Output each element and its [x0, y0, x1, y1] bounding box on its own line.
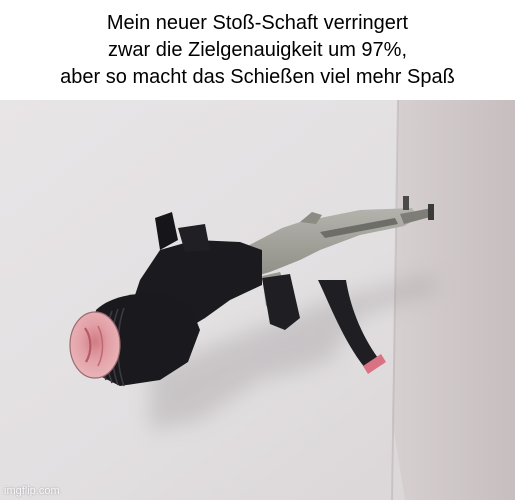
caption-text: Mein neuer Stoß-Schaft verringert zwar d…	[0, 6, 515, 94]
caption-line-1: Mein neuer Stoß-Schaft verringert	[106, 11, 409, 34]
right-wall	[392, 100, 515, 500]
imgflip-watermark: imgflip.com	[4, 485, 60, 497]
gun-photo	[0, 100, 515, 500]
meme-image: Mein neuer Stoß-Schaft verringert zwar d…	[0, 0, 515, 500]
caption-line-3: aber so macht das Schießen viel mehr Spa…	[60, 65, 455, 88]
pink-opening	[69, 311, 121, 379]
caption-line-2: zwar die Zielgenauigkeit um 97%,	[107, 38, 408, 61]
